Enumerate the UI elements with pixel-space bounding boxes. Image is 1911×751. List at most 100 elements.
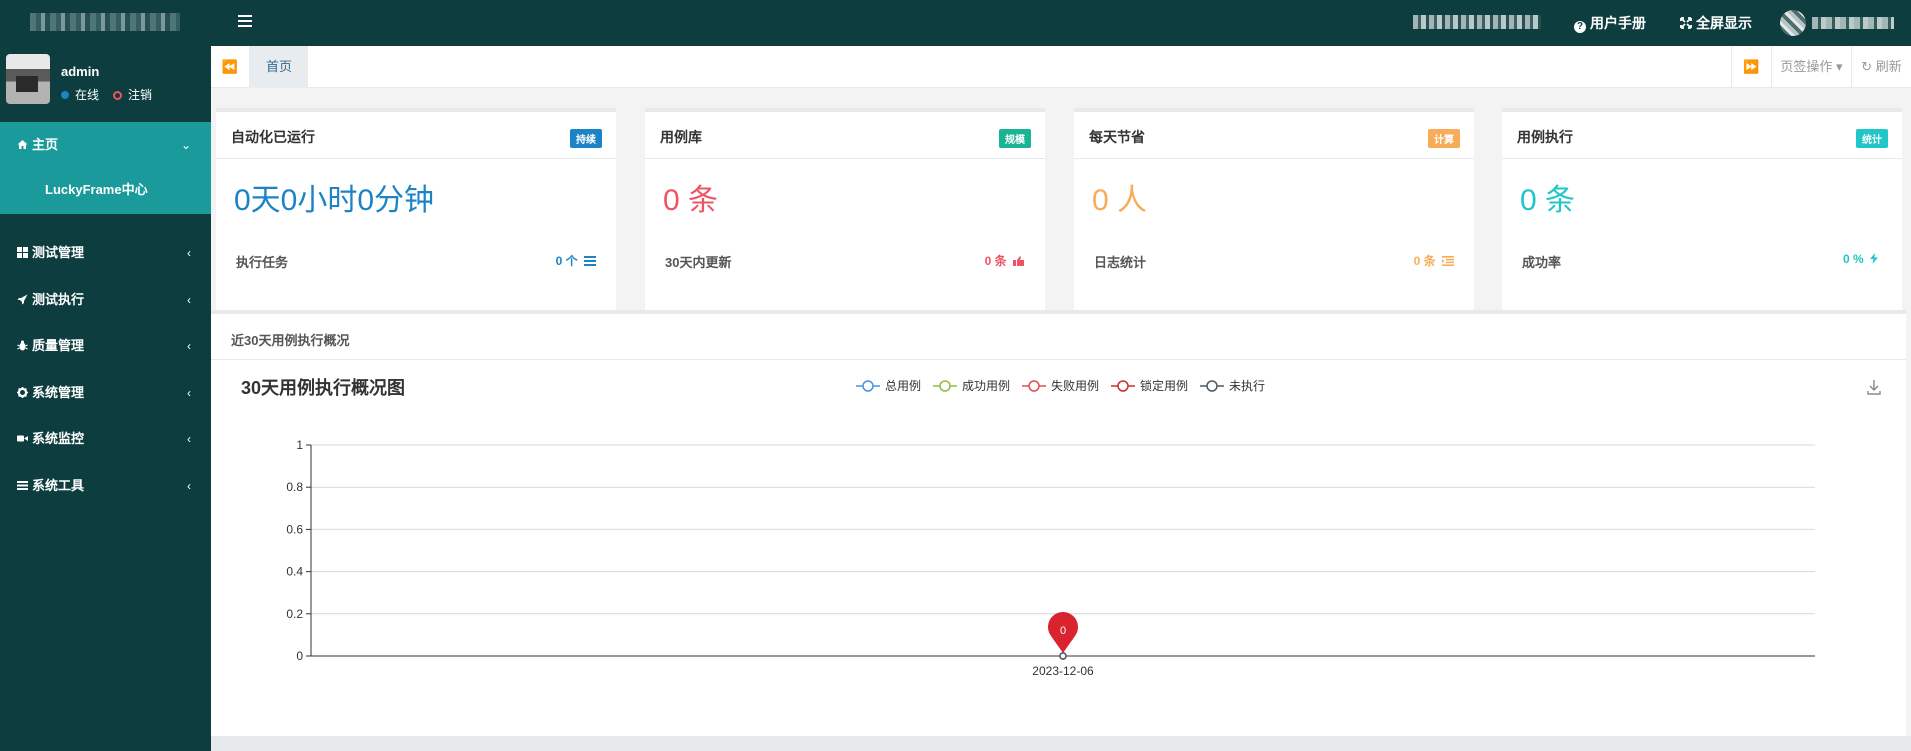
sidebar-username: admin	[61, 64, 100, 79]
tab-operations-dropdown[interactable]: 页签操作 ▾	[1771, 46, 1851, 88]
user-status: 在线 注销	[61, 86, 152, 103]
sidebar-item-system-tools[interactable]: 系统工具 ‹	[0, 466, 211, 506]
legend-marker	[939, 380, 951, 392]
tab-scroll-right-icon[interactable]: ⏩	[1731, 46, 1771, 88]
legend-marker	[1117, 380, 1129, 392]
tab-scroll-left-icon[interactable]: ⏪	[211, 46, 250, 88]
stat-value: 0 条	[1520, 184, 1576, 217]
tab-home[interactable]: 首页	[250, 46, 308, 88]
stat-sub-value: 0 条	[985, 252, 1025, 269]
stat-sub-value: 0 %	[1843, 252, 1882, 266]
bolt-icon	[1870, 253, 1882, 264]
stat-card-title: 用例执行	[1517, 129, 1573, 145]
chart-legend[interactable]: 总用例 成功用例 失败用例 锁定用例 未执行	[856, 378, 1265, 393]
legend-item-4[interactable]: 未执行	[1200, 379, 1265, 393]
sidebar-subitem-luckyframe-center[interactable]: LuckyFrame中心	[0, 166, 211, 214]
legend-label: 失败用例	[1051, 378, 1099, 393]
refresh-icon: ↻	[1861, 59, 1876, 74]
expand-icon	[1680, 1, 1692, 29]
legend-item-0[interactable]: 总用例	[856, 379, 921, 393]
chevron-left-icon: ‹	[187, 246, 191, 260]
rocket-icon	[17, 281, 28, 305]
stat-card-title: 用例库	[660, 129, 702, 145]
chart-series: 0	[1048, 612, 1078, 660]
chevron-left-icon: ‹	[187, 479, 191, 493]
sidebar-item-home: 主页 ⌄ LuckyFrame中心	[0, 122, 211, 214]
sidebar: admin 在线 注销 主页 ⌄ LuckyFrame中心 测试管理 ‹ 测试执行…	[0, 46, 211, 751]
stat-value: 0 条	[663, 184, 719, 217]
sidebar-item-home-toggle[interactable]: 主页 ⌄	[0, 125, 211, 165]
chevron-left-icon: ‹	[187, 339, 191, 353]
mark-point-pin[interactable]: 0	[1048, 612, 1078, 653]
stat-sub-label: 日志统计	[1094, 255, 1147, 270]
bug-icon	[17, 327, 28, 351]
header-info-blurred	[1413, 15, 1541, 29]
status-badge: 持续	[570, 129, 602, 148]
logo	[30, 13, 180, 31]
stat-card-title: 自动化已运行	[231, 129, 315, 145]
stat-sub-value: 0 个	[556, 252, 596, 269]
mark-point-label: 0	[1060, 625, 1066, 637]
stat-card-header: 每天节省 计算	[1074, 112, 1474, 159]
stat-card-automation-runtime: 自动化已运行 持续 0天0小时0分钟 执行任务 0 个	[216, 108, 616, 310]
legend-item-1[interactable]: 成功用例	[933, 379, 1010, 393]
chevron-left-icon: ‹	[187, 432, 191, 446]
content-tabs: ⏪ 首页 ⏩ 页签操作 ▾ ↻ 刷新	[211, 46, 1911, 88]
stat-sub-label: 30天内更新	[665, 255, 732, 270]
gear-icon	[17, 374, 28, 398]
top-navbar: ? 用户手册 全屏显示	[0, 0, 1911, 46]
hamburger-icon[interactable]	[236, 13, 254, 31]
indent-icon	[1442, 255, 1454, 266]
panel-title: 近30天用例执行概况	[231, 333, 350, 348]
sign-out-icon[interactable]	[113, 91, 123, 100]
legend-marker	[1206, 380, 1218, 392]
status-badge: 规模	[999, 129, 1031, 148]
avatar	[6, 54, 50, 104]
stat-card-case-execution: 用例执行 统计 0 条 成功率 0 %	[1502, 108, 1902, 310]
legend-label: 总用例	[885, 379, 921, 393]
execution-chart: 30天用例执行概况图 总用例 成功用例 失败用例 锁定用例 未执行 0 0.2 0.4 0.6…	[241, 377, 1881, 678]
download-icon[interactable]	[1867, 380, 1881, 395]
legend-item-2[interactable]: 失败用例	[1022, 378, 1099, 393]
y-tick-label: 0.4	[286, 565, 303, 579]
sidebar-item-system-monitor[interactable]: 系统监控 ‹	[0, 419, 211, 459]
y-tick-label: 0	[296, 649, 303, 663]
list-icon	[584, 255, 596, 266]
execution-overview-panel: 近30天用例执行概况 30天用例执行概况图 总用例 成功用例 失败用例 锁定用例 未执行…	[211, 310, 1906, 736]
stat-value: 0 人	[1092, 184, 1148, 217]
stat-card-title: 每天节省	[1089, 129, 1145, 145]
user-menu[interactable]	[1780, 10, 1900, 36]
legend-label: 成功用例	[962, 379, 1010, 393]
sidebar-item-test-management[interactable]: 测试管理 ‹	[0, 233, 211, 273]
sidebar-item-quality-management[interactable]: 质量管理 ‹	[0, 326, 211, 366]
y-tick-label: 0.6	[286, 522, 303, 536]
list-icon	[17, 467, 28, 490]
legend-marker	[1028, 380, 1040, 392]
stat-card-header: 自动化已运行 持续	[216, 112, 616, 159]
sidebar-item-test-execution[interactable]: 测试执行 ‹	[0, 280, 211, 320]
x-tick-label: 2023-12-06	[1032, 664, 1094, 678]
online-dot-icon	[61, 91, 69, 99]
stat-sub-value: 0 条	[1414, 252, 1454, 269]
caret-down-icon: ▾	[1832, 59, 1843, 74]
question-icon: ?	[1574, 21, 1586, 33]
stat-card-header: 用例执行 统计	[1502, 112, 1902, 159]
stat-card-case-library: 用例库 规模 0 条 30天内更新 0 条	[645, 108, 1045, 310]
fullscreen-link[interactable]: 全屏显示	[1680, 0, 1752, 46]
footer	[211, 736, 1911, 751]
data-point[interactable]	[1059, 652, 1067, 660]
legend-marker	[862, 380, 874, 392]
refresh-button[interactable]: ↻ 刷新	[1851, 46, 1911, 88]
home-icon	[17, 126, 28, 149]
logout-link[interactable]: 注销	[128, 88, 152, 102]
video-icon	[17, 420, 28, 442]
grid-icon	[17, 234, 28, 258]
stat-sub-label: 执行任务	[236, 255, 289, 270]
status-badge: 统计	[1856, 129, 1888, 148]
stat-card-daily-saving: 每天节省 计算 0 人 日志统计 0 条	[1074, 108, 1474, 310]
user-manual-link[interactable]: ? 用户手册	[1574, 0, 1646, 46]
sidebar-item-system-management[interactable]: 系统管理 ‹	[0, 373, 211, 413]
y-tick-label: 1	[296, 438, 303, 452]
legend-item-3[interactable]: 锁定用例	[1111, 378, 1188, 393]
stat-value: 0天0小时0分钟	[234, 184, 435, 217]
